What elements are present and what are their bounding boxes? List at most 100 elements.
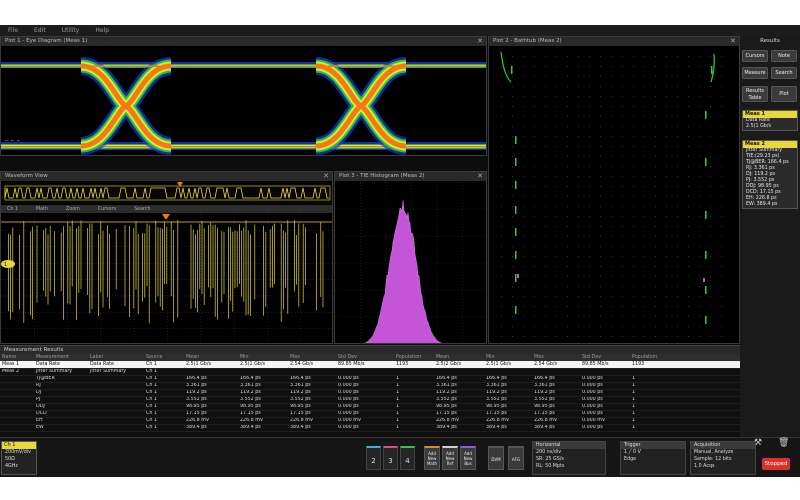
note-button[interactable]: Note <box>771 50 797 62</box>
menu-file[interactable]: File <box>8 27 18 34</box>
menu-help[interactable]: Help <box>95 27 109 34</box>
meas1-line: 2.5(1 Gb/s <box>746 124 771 129</box>
oscilloscope-screen: File Edit Utility Help Plot 1 - Eye Diag… <box>0 25 800 477</box>
table-cell: 0.000 ps <box>336 375 394 383</box>
close-icon[interactable]: ✕ <box>322 172 330 181</box>
column-header[interactable]: Max <box>288 354 336 361</box>
table-cell <box>0 410 34 418</box>
column-header[interactable]: Mean <box>434 354 484 361</box>
close-icon[interactable]: ✕ <box>729 37 737 46</box>
toolbar-cursors[interactable]: Cursors <box>98 207 116 212</box>
plot-button[interactable]: Plot <box>771 86 797 102</box>
column-header[interactable]: Label <box>88 354 144 361</box>
bottom-settings-bar: Ch 1 200mV/div 50Ω 4GHz 2 3 4 Add New Ma… <box>0 437 800 477</box>
table-cell: EW <box>34 424 88 432</box>
table-cell: Jitter Summary <box>88 368 144 376</box>
acquisition-count: 1.0 Acqs <box>694 464 715 469</box>
table-cell: 3.361 ps <box>484 382 532 390</box>
table-cell: 1 <box>394 396 434 404</box>
results-side-panel: Results Cursors Note Measure Search Resu… <box>740 36 800 477</box>
column-header[interactable]: Source <box>144 354 184 361</box>
measurement-results-panel[interactable]: Measurement Results Name Measurement Label… <box>0 345 740 437</box>
table-row[interactable]: PJ Ch 1 3.552 ps 3.552 ps 3.552 ps 0.000 ps 1 3… <box>0 396 740 404</box>
table-cell: 389.4 ps <box>484 424 532 432</box>
table-row[interactable]: Meas 2 Jitter Summary Jitter Summary Ch 1 <box>0 368 740 376</box>
column-header[interactable]: Population <box>630 354 740 361</box>
column-header[interactable]: Measurement <box>34 354 88 361</box>
table-cell: 1 <box>630 410 740 418</box>
table-cell: 1193 <box>394 361 434 369</box>
add-new-ref-button[interactable]: Add New Ref <box>442 446 458 470</box>
cursors-button[interactable]: Cursors <box>742 50 768 62</box>
table-cell: 89.85 Mb/s <box>336 361 394 369</box>
table-cell: 166.4 ps <box>238 375 288 383</box>
column-header[interactable]: Min <box>238 354 288 361</box>
column-header[interactable]: Mean <box>184 354 238 361</box>
toolbar-ch1[interactable]: Ch 1 <box>7 207 18 212</box>
ch1-bandwidth: 4GHz <box>5 464 18 469</box>
table-row[interactable]: DJ Ch 1 119.2 ps 119.2 ps 119.2 ps 0.000 ps 1 1… <box>0 389 740 397</box>
close-icon[interactable]: ✕ <box>476 37 484 46</box>
search-button[interactable]: Search <box>771 67 797 79</box>
ch1-badge[interactable]: Ch 1 200mV/div 50Ω 4GHz <box>1 441 37 475</box>
trigger-badge[interactable]: Trigger 1 ╱ 0 V Edge <box>620 441 686 475</box>
table-cell <box>580 368 630 376</box>
table-row[interactable]: RJ Ch 1 3.361 ps 3.361 ps 3.361 ps 0.000 ps 1 3… <box>0 382 740 390</box>
dvm-button[interactable]: DVM <box>488 446 504 470</box>
column-header[interactable]: Name <box>0 354 34 361</box>
table-row[interactable]: DCD Ch 1 17.15 ps 17.15 ps 17.15 ps 0.000 ps 1… <box>0 410 740 418</box>
column-header[interactable]: Min <box>484 354 532 361</box>
table-cell: 1 <box>630 417 740 425</box>
column-header[interactable]: Population <box>394 354 434 361</box>
measure-button[interactable]: Measure <box>742 67 768 79</box>
stop-button[interactable]: Stopped <box>762 458 790 470</box>
ch1-termination: 50Ω <box>5 457 15 462</box>
table-cell: 3.361 ps <box>288 382 336 390</box>
table-cell: 0.000 ps <box>580 410 630 418</box>
eye-diagram-panel[interactable]: Plot 1 - Eye Diagram (Meas 1) ✕ ⌐ ⌐ ⌐ <box>0 36 487 156</box>
table-cell <box>532 368 580 376</box>
meas2-badge[interactable]: Meas 2 Jitter Summary TIE:(29.23 ps) TJ@BE… <box>742 140 798 209</box>
add-new-math-button[interactable]: Add New Math <box>424 446 440 470</box>
horizontal-badge[interactable]: Horizontal 200 ns/div SR: 25 GS/s RL: 50… <box>532 441 606 475</box>
bathtub-panel[interactable]: Plot 2 - Bathtub (Meas 2) ✕ <box>488 36 740 344</box>
table-row[interactable]: TJ@BER Ch 1 166.4 ps 166.4 ps 166.4 ps 0.000 … <box>0 375 740 383</box>
table-row[interactable]: EW Ch 1 389.4 ps 389.4 ps 389.4 ps 0.000 ps 1 3… <box>0 424 740 432</box>
horizontal-scale: 200 ns/div <box>536 450 562 455</box>
table-cell: 0.000 ps <box>336 389 394 397</box>
table-row[interactable]: Meas 1 Data Rate Data Rate Ch 1 2.5(1 Gb/s 2.… <box>0 361 740 369</box>
table-cell: 389.4 ps <box>288 424 336 432</box>
column-header[interactable]: Std Dev <box>580 354 630 361</box>
table-cell: 3.361 ps <box>184 382 238 390</box>
toolbar-zoom[interactable]: Zoom <box>66 207 80 212</box>
ch3-button[interactable]: 3 <box>383 446 398 470</box>
table-cell: 166.4 ps <box>532 375 580 383</box>
toolbar-search[interactable]: Search <box>134 207 150 212</box>
menu-utility[interactable]: Utility <box>62 27 80 34</box>
column-header[interactable]: Std Dev <box>336 354 394 361</box>
meas1-badge[interactable]: Meas 1 Data Rate 2.5(1 Gb/s <box>742 110 798 131</box>
close-icon[interactable]: ✕ <box>476 172 484 181</box>
table-cell: 2.5(1 Gb/s <box>184 361 238 369</box>
table-cell: 3.552 ps <box>434 396 484 404</box>
table-cell: 98.95 ps <box>184 403 238 411</box>
toolbar-math[interactable]: Math <box>36 207 48 212</box>
trash-icon[interactable]: 🗑 <box>778 438 789 448</box>
ch4-button[interactable]: 4 <box>400 446 415 470</box>
table-row[interactable]: EH Ch 1 226.8 mV 226.8 mV 226.8 mV 0.000 mV 1 2… <box>0 417 740 425</box>
acquisition-badge[interactable]: Acquisition Manual, Analyze Sample: 12 b… <box>690 441 756 475</box>
waveform-view-panel[interactable]: Waveform View ✕ Ch 1 Math Zoom Cursors S… <box>0 171 333 344</box>
afg-button[interactable]: AFG <box>508 446 524 470</box>
measure-tool-icon[interactable]: ⚒ <box>754 438 762 448</box>
add-new-bus-button[interactable]: Add New Bus <box>460 446 476 470</box>
table-cell: 2.54 Gb/s <box>532 361 580 369</box>
column-header[interactable]: Max <box>532 354 580 361</box>
menu-edit[interactable]: Edit <box>34 27 46 34</box>
ch2-button[interactable]: 2 <box>366 446 381 470</box>
table-row[interactable]: DDJ Ch 1 98.95 ps 98.95 ps 98.95 ps 0.000 ps 1… <box>0 403 740 411</box>
trigger-setting: 1 ╱ 0 V <box>624 450 641 455</box>
tie-histogram-panel[interactable]: Plot 3 - TIE Histogram (Meas 2) ✕ <box>334 171 487 344</box>
acquisition-mode: Manual, Analyze <box>694 450 734 455</box>
results-table-button[interactable]: Results Table <box>742 86 768 102</box>
table-cell: 166.4 ps <box>184 375 238 383</box>
